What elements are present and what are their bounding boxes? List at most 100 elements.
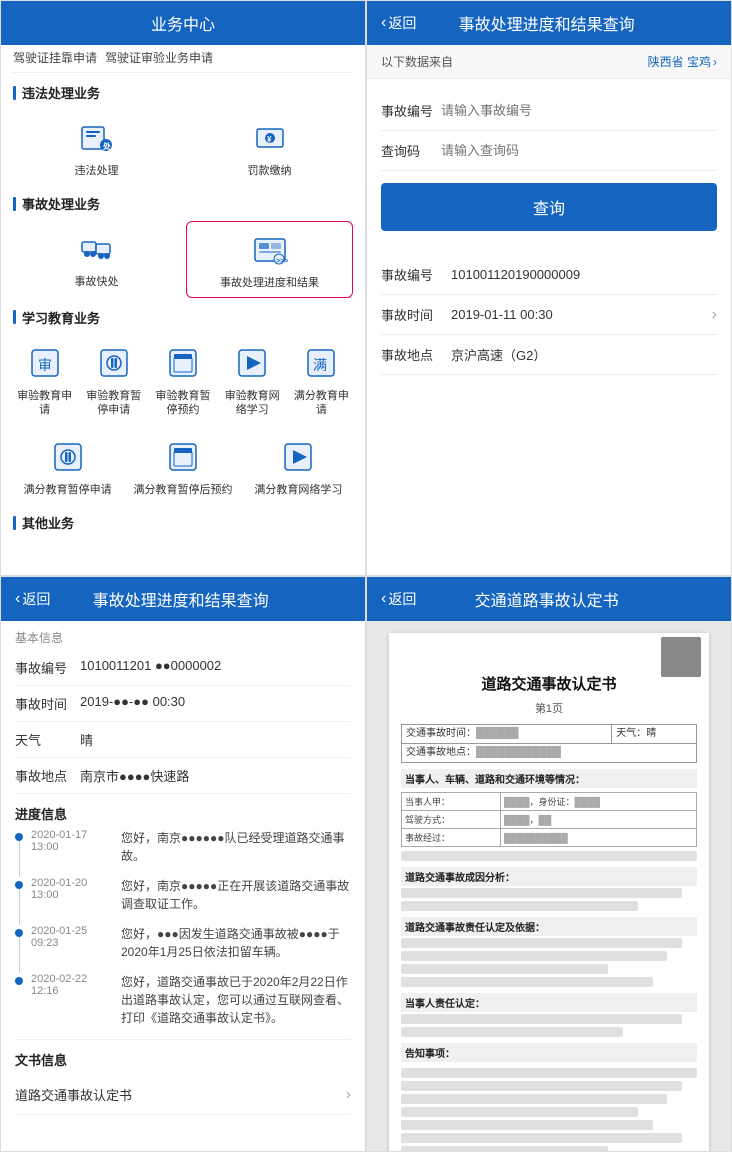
timeline-text-2: 您好，●●●因发生道路交通事故被●●●●于2020年1月25日依法扣留车辆。 — [121, 925, 351, 961]
edu-icon-8 — [279, 438, 317, 476]
cert-stamp — [661, 637, 701, 677]
cert-footer-text — [401, 1068, 697, 1151]
panel3-back-btn[interactable]: ‹ 返回 — [15, 589, 50, 609]
app-grid: 业务中心 驾驶证挂靠申请 驾驶证审验业务申请 违法处理业务 — [0, 0, 732, 1152]
timeline-item-2: 2020-01-25 09:23 您好，●●●因发生道路交通事故被●●●●于20… — [31, 925, 351, 961]
timeline-item-0: 2020-01-17 13:00 您好，南京●●●●●●队已经受理道路交通事故。 — [31, 829, 351, 865]
review-edu-apply-label: 审验教育申请 — [15, 389, 74, 418]
cert-page-info: 第1页 — [401, 700, 697, 716]
panel-accident-cert: ‹ 返回 交通道路事故认定书 道路交通事故认定书 第1页 交通事故时间：████… — [366, 576, 732, 1152]
review-edu-appt-label: 审验教育暂停预约 — [153, 389, 212, 418]
full-edu-apply-icon: 满 — [299, 341, 343, 385]
cert-resp-title: 道路交通事故责任认定及依据： — [401, 917, 697, 936]
icon-full-edu-pause[interactable]: 满分教育暂停申请 — [13, 429, 122, 503]
timeline-line-0 — [19, 841, 20, 877]
full-edu-pause-label: 满分教育暂停申请 — [24, 483, 112, 497]
svg-text:满: 满 — [313, 357, 327, 373]
top-nav-row: 驾驶证挂靠申请 驾驶证审验业务申请 — [13, 49, 353, 66]
progress-accident-no-label: 事故编号 — [15, 658, 80, 677]
full-edu-pause-appt-label: 满分教育暂停后预约 — [133, 483, 232, 497]
timeline-item-3: 2020-02-22 12:16 您好，道路交通事故已于2020年2月22日作出… — [31, 973, 351, 1027]
nav-license-review[interactable]: 驾驶证审验业务申请 — [105, 49, 213, 66]
accident-quick-icon — [78, 230, 116, 268]
icon-review-edu-apply[interactable]: 审 审验教育申请 — [13, 335, 76, 424]
progress-place-row: 事故地点 南京市●●●●快速路 — [15, 758, 351, 794]
edu-grid-row1: 审 审验教育申请 审验教育暂停申请 — [13, 335, 353, 424]
edu-icon-6 — [49, 438, 87, 476]
cert-header-table: 交通事故时间：██████ 天气：晴 交通事故地点：████████████ — [401, 724, 697, 763]
edu-icon-1: 审 — [26, 344, 64, 382]
progress-place-label: 事故地点 — [15, 766, 80, 785]
full-edu-pause-appt-icon — [161, 435, 205, 479]
timeline-line-2 — [19, 937, 20, 973]
section-edu-label: 学习教育业务 — [13, 308, 353, 327]
source-value[interactable]: 陕西省 宝鸡 › — [648, 53, 717, 70]
violation-grid: 处 违法处理 ¥ 罚款缴纳 — [13, 110, 353, 184]
panel-accident-query: ‹ 返回 事故处理进度和结果查询 以下数据来自 陕西省 宝鸡 › 事故编号 — [366, 0, 732, 576]
panel3-chevron-icon: ‹ — [15, 590, 20, 608]
icon-accident-progress[interactable]: >>> 事故处理进度和结果 — [186, 221, 353, 297]
result-time-chevron-icon: › — [712, 306, 717, 324]
query-code-input[interactable] — [441, 143, 717, 158]
nav-license-apply[interactable]: 驾驶证挂靠申请 — [13, 49, 97, 66]
timeline-text-0: 您好，南京●●●●●●队已经受理道路交通事故。 — [121, 829, 351, 865]
progress-accident-time-row: 事故时间 2019-●●-●● 00:30 — [15, 686, 351, 722]
edu-icon-4 — [233, 344, 271, 382]
review-edu-pause-label: 审验教育暂停申请 — [84, 389, 143, 418]
section-other-label: 其他业务 — [13, 513, 353, 532]
base-info-title: 基本信息 — [15, 621, 351, 650]
doc-row-0[interactable]: 道路交通事故认定书 › — [15, 1075, 351, 1115]
biz-center-body: 驾驶证挂靠申请 驾驶证审验业务申请 违法处理业务 处 — [1, 45, 365, 575]
cert-body: 道路交通事故认定书 第1页 交通事故时间：██████ 天气：晴 交通事故地点：… — [367, 621, 731, 1151]
cert-cause-title: 道路交通事故成因分析： — [401, 867, 697, 886]
panel2-back-btn[interactable]: ‹ 返回 — [381, 13, 416, 33]
icon-violation-handle[interactable]: 处 违法处理 — [13, 110, 180, 184]
timeline-item-1: 2020-01-20 13:00 您好，南京●●●●●正在开展该道路交通事故调查… — [31, 877, 351, 913]
panel4-title: 交通道路事故认定书 — [416, 587, 677, 611]
icon-accident-quick[interactable]: 事故快处 — [13, 221, 180, 297]
result-accident-no-row: 事故编号 101001120190000009 — [381, 255, 717, 295]
result-accident-place-label: 事故地点 — [381, 345, 451, 364]
timeline-dot-3 — [15, 977, 23, 985]
edu-grid-row2: 满分教育暂停申请 满分教育暂停后预约 — [13, 429, 353, 503]
violation-handle-icon-box: 处 — [75, 116, 119, 160]
panel2-back-label: 返回 — [388, 13, 416, 33]
cert-parties-table: 当事人甲： ████，身份证：████ 驾驶方式： ████，██ 事故经过： … — [401, 792, 697, 847]
progress-body: 基本信息 事故编号 1010011201 ●●0000002 事故时间 2019… — [1, 621, 365, 1151]
timeline-dot-2 — [15, 929, 23, 937]
source-label: 以下数据来自 — [381, 53, 453, 70]
cert-party-a-label: 当事人甲： — [402, 793, 501, 811]
progress-title: 进度信息 — [15, 794, 351, 829]
svg-text:处: 处 — [102, 141, 112, 151]
fine-pay-icon-box: ¥ — [248, 116, 292, 160]
result-section: 事故编号 101001120190000009 事故时间 2019-01-11 … — [367, 255, 731, 375]
section-accident-label: 事故处理业务 — [13, 194, 353, 213]
cert-main-title: 道路交通事故认定书 — [401, 673, 697, 694]
icon-full-edu-pause-appt[interactable]: 满分教育暂停后预约 — [128, 429, 237, 503]
progress-weather-label: 天气 — [15, 730, 80, 749]
accident-query-body: 以下数据来自 陕西省 宝鸡 › 事故编号 查询码 查询 事 — [367, 45, 731, 575]
cert-vehicle-label: 事故经过： — [402, 829, 501, 847]
svg-text:¥: ¥ — [267, 135, 272, 144]
accident-no-input[interactable] — [441, 103, 717, 118]
icon-full-edu-apply[interactable]: 满 满分教育申请 — [290, 335, 353, 424]
edu-icon-3 — [164, 344, 202, 382]
icon-review-edu-online[interactable]: 审验教育网络学习 — [221, 335, 284, 424]
cert-vehicle-value: ██████████ — [500, 829, 696, 847]
panel-biz-center: 业务中心 驾驶证挂靠申请 驾驶证审验业务申请 违法处理业务 — [0, 0, 366, 576]
result-accident-time-row[interactable]: 事故时间 2019-01-11 00:30 › — [381, 295, 717, 335]
query-form: 事故编号 查询码 查询 — [367, 79, 731, 255]
timeline-time-2: 2020-01-25 09:23 — [31, 925, 121, 961]
accident-no-row: 事故编号 — [381, 91, 717, 131]
icon-review-edu-pause[interactable]: 审验教育暂停申请 — [82, 335, 145, 424]
timeline-time-1: 2020-01-20 13:00 — [31, 877, 121, 913]
timeline-time-3: 2020-02-22 12:16 — [31, 973, 121, 1027]
icon-fine-pay[interactable]: ¥ 罚款缴纳 — [186, 110, 353, 184]
panel-accident-progress: ‹ 返回 事故处理进度和结果查询 基本信息 事故编号 1010011201 ●●… — [0, 576, 366, 1152]
panel4-back-btn[interactable]: ‹ 返回 — [381, 589, 416, 609]
icon-review-edu-appt[interactable]: 审验教育暂停预约 — [151, 335, 214, 424]
icon-full-edu-online[interactable]: 满分教育网络学习 — [244, 429, 353, 503]
review-edu-pause-icon — [92, 341, 136, 385]
query-button[interactable]: 查询 — [381, 183, 717, 231]
cert-party-resp-content — [401, 1014, 697, 1037]
